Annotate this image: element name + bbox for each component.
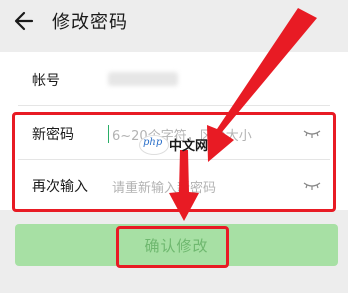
watermark-logo: php	[143, 137, 163, 148]
account-value-blurred	[108, 72, 178, 86]
annotation-box-button	[116, 226, 229, 268]
top-bar: 修改密码	[0, 0, 348, 44]
page-title: 修改密码	[52, 12, 128, 33]
account-row: 帐号	[0, 52, 348, 104]
watermark-text: 中文网	[169, 139, 209, 154]
annotation-box-fields	[12, 112, 336, 212]
back-arrow-icon[interactable]	[10, 6, 40, 36]
account-label: 帐号	[32, 73, 60, 89]
